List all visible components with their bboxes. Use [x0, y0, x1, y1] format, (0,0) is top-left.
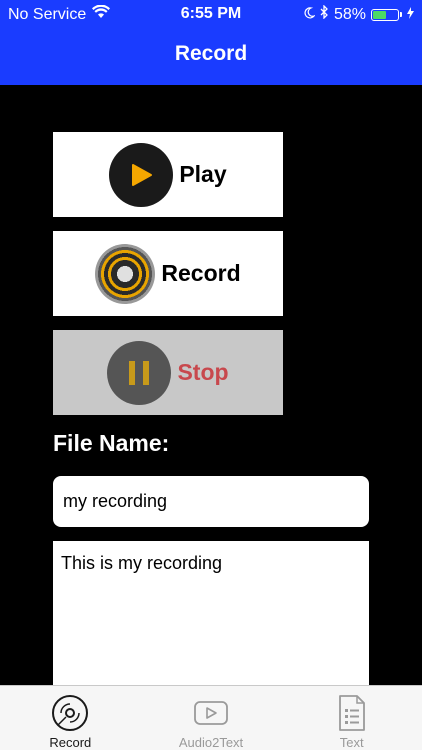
- record-button[interactable]: Record: [53, 231, 283, 316]
- battery-icon: [371, 8, 399, 21]
- tab-record[interactable]: Record: [0, 686, 141, 750]
- document-icon: [332, 693, 372, 733]
- pause-bar-right: [143, 360, 150, 385]
- header: No Service 6:55 PM 58% Record: [0, 0, 422, 85]
- bluetooth-icon: [320, 4, 329, 24]
- charging-icon: [407, 6, 414, 24]
- tab-record-label: Record: [49, 735, 92, 750]
- record-icon: [95, 243, 156, 304]
- disc-icon: [50, 693, 90, 733]
- moon-icon: [303, 6, 316, 24]
- status-bar: No Service 6:55 PM 58%: [0, 0, 422, 28]
- video-icon: [191, 693, 231, 733]
- file-name-label: File Name:: [53, 430, 170, 456]
- status-right: 58%: [303, 4, 414, 24]
- stop-button[interactable]: Stop: [53, 330, 283, 415]
- tab-text-label: Text: [339, 735, 364, 750]
- tab-bar: Record Audio2Text Text: [0, 685, 422, 750]
- stop-button-label: Stop: [177, 359, 229, 385]
- tab-text[interactable]: Text: [281, 686, 422, 750]
- tab-audio2text[interactable]: Audio2Text: [141, 686, 282, 750]
- file-name-input[interactable]: [53, 476, 369, 527]
- play-button[interactable]: Play: [53, 132, 283, 217]
- battery-percent: 58%: [333, 5, 366, 23]
- play-icon: [109, 142, 174, 207]
- page-title: Record: [174, 42, 248, 65]
- pause-icon: [107, 340, 172, 405]
- notes-textarea[interactable]: [53, 541, 369, 686]
- pause-bar-left: [129, 360, 136, 385]
- tab-audio2text-label: Audio2Text: [178, 735, 244, 750]
- battery-fill: [373, 10, 386, 19]
- record-button-label: Record: [161, 260, 241, 286]
- play-button-label: Play: [179, 161, 227, 187]
- battery-tip: [400, 12, 402, 17]
- app-screen: No Service 6:55 PM 58% Record Play Recor…: [0, 0, 422, 750]
